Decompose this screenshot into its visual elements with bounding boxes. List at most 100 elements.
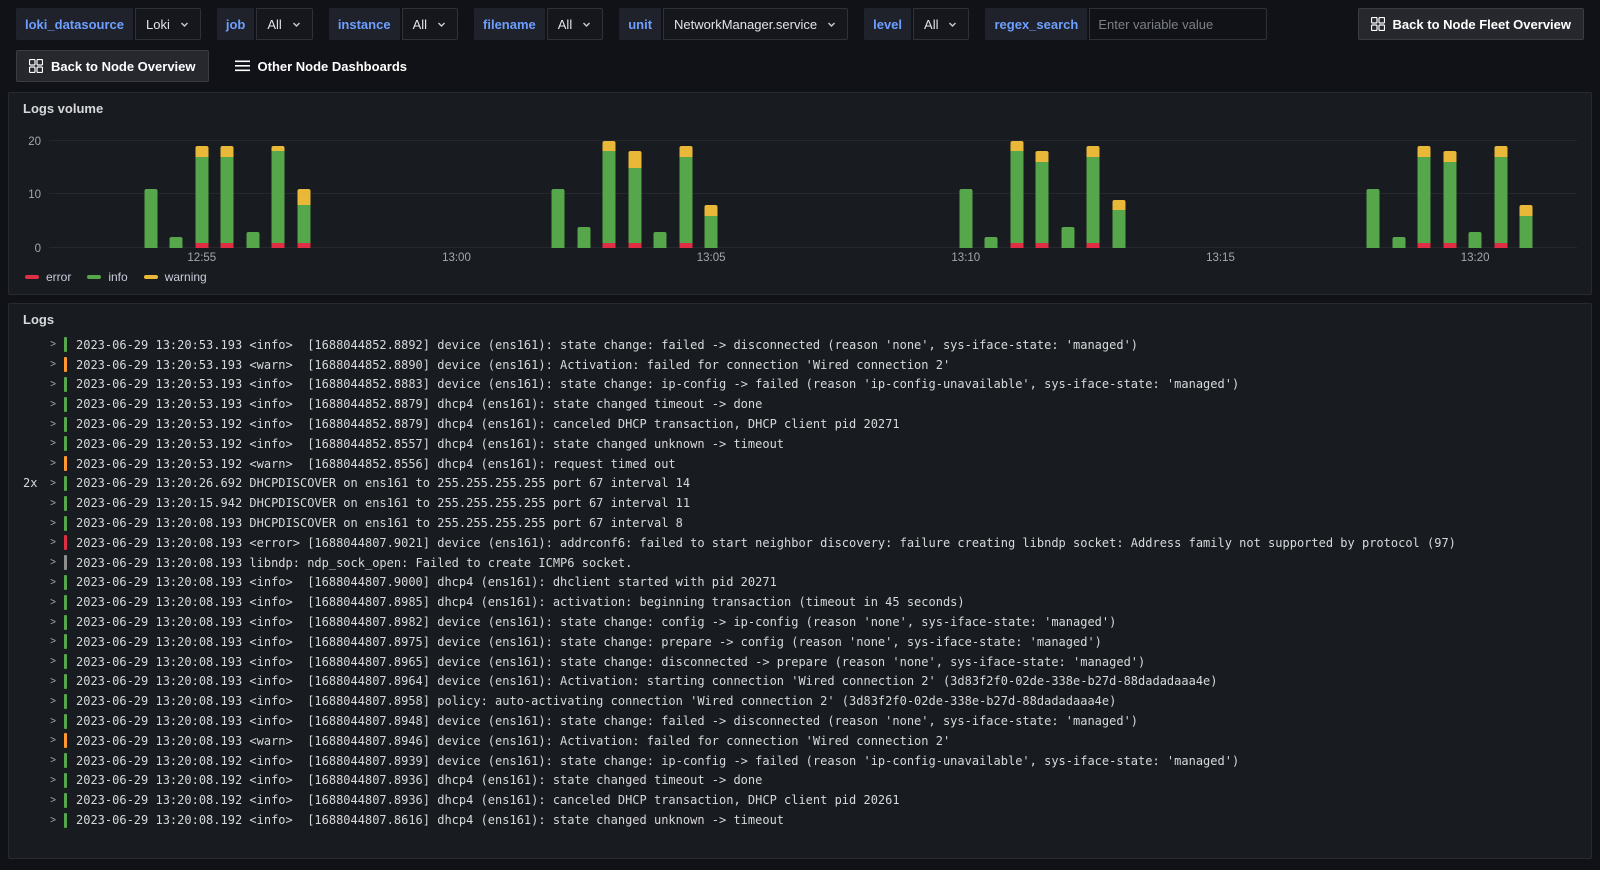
log-row[interactable]: > 2023-06-29 13:20:15.942 DHCPDISCOVER o… — [17, 493, 1583, 513]
log-row[interactable]: > 2023-06-29 13:20:08.193 <info> [168804… — [17, 672, 1583, 692]
other-node-dashboards-link[interactable]: Other Node Dashboards — [234, 59, 407, 74]
log-row[interactable]: > 2023-06-29 13:20:53.193 <info> [168804… — [17, 335, 1583, 355]
log-line-text: 2023-06-29 13:20:15.942 DHCPDISCOVER on … — [76, 496, 691, 511]
log-row[interactable]: > 2023-06-29 13:20:08.193 <info> [168804… — [17, 632, 1583, 652]
log-row[interactable]: > 2023-06-29 13:20:08.193 libndp: ndp_so… — [17, 553, 1583, 573]
bar-segment-info — [1443, 162, 1457, 243]
log-row[interactable]: > 2023-06-29 13:20:53.193 <warn> [168804… — [17, 355, 1583, 375]
variable-label: filename — [474, 8, 545, 40]
variable-dropdown[interactable]: All — [256, 8, 313, 40]
log-row[interactable]: > 2023-06-29 13:20:08.193 <info> [168804… — [17, 691, 1583, 711]
expand-chevron-icon[interactable]: > — [47, 339, 59, 350]
log-level-bar — [64, 357, 67, 373]
variable-dropdown[interactable]: All — [913, 8, 970, 40]
expand-chevron-icon[interactable]: > — [47, 755, 59, 766]
log-row[interactable]: > 2023-06-29 13:20:53.193 <info> [168804… — [17, 375, 1583, 395]
legend-item[interactable]: warning — [143, 270, 207, 284]
bar-segment-info — [704, 215, 718, 248]
variable-dropdown[interactable]: All — [401, 8, 459, 40]
log-row[interactable]: > 2023-06-29 13:20:08.193 <info> [168804… — [17, 592, 1583, 612]
bar-segment-info — [195, 156, 209, 243]
log-row[interactable]: > 2023-06-29 13:20:08.193 <info> [168804… — [17, 573, 1583, 593]
log-level-bar — [64, 693, 67, 709]
expand-chevron-icon[interactable]: > — [47, 359, 59, 370]
legend-item[interactable]: info — [87, 270, 128, 284]
variable-dropdown[interactable]: NetworkManager.service — [663, 8, 849, 40]
log-row[interactable]: > 2023-06-29 13:20:53.193 <info> [168804… — [17, 394, 1583, 414]
variable-dropdown[interactable]: Loki — [135, 8, 201, 40]
bar-segment-info — [628, 167, 642, 243]
expand-chevron-icon[interactable]: > — [47, 716, 59, 727]
bar-segment-info — [551, 189, 565, 248]
regex-search-control: regex_search — [985, 8, 1268, 40]
expand-chevron-icon[interactable]: > — [47, 498, 59, 509]
bar-segment-warning — [1494, 146, 1508, 157]
bar-stack — [1366, 189, 1380, 248]
bar-segment-info — [1112, 210, 1126, 248]
variable-control: filename All — [474, 8, 604, 40]
log-row[interactable]: > 2023-06-29 13:20:08.193 <info> [168804… — [17, 711, 1583, 731]
expand-chevron-icon[interactable]: > — [47, 537, 59, 548]
regex-search-input[interactable] — [1089, 8, 1268, 40]
log-row[interactable]: > 2023-06-29 13:20:08.193 <warn> [168804… — [17, 731, 1583, 751]
expand-chevron-icon[interactable]: > — [47, 438, 59, 449]
log-row[interactable]: > 2023-06-29 13:20:53.192 <info> [168804… — [17, 414, 1583, 434]
chevron-down-icon — [947, 19, 958, 30]
bar-stack — [1010, 140, 1024, 248]
expand-chevron-icon[interactable]: > — [47, 815, 59, 826]
variable-label: job — [216, 8, 255, 40]
legend-label: error — [46, 270, 72, 284]
variable-dropdown[interactable]: All — [546, 8, 604, 40]
log-level-bar — [64, 376, 67, 392]
expand-chevron-icon[interactable]: > — [47, 775, 59, 786]
log-line-text: 2023-06-29 13:20:26.692 DHCPDISCOVER on … — [76, 476, 691, 491]
log-row[interactable]: > 2023-06-29 13:20:08.192 <info> [168804… — [17, 751, 1583, 771]
expand-chevron-icon[interactable]: > — [47, 597, 59, 608]
expand-chevron-icon[interactable]: > — [47, 656, 59, 667]
expand-chevron-icon[interactable]: > — [47, 676, 59, 687]
log-row[interactable]: > 2023-06-29 13:20:08.192 <info> [168804… — [17, 810, 1583, 830]
logs-volume-panel-title[interactable]: Logs volume — [9, 93, 115, 118]
logs-panel-title[interactable]: Logs — [9, 304, 66, 329]
back-to-node-fleet-overview-button[interactable]: Back to Node Fleet Overview — [1357, 8, 1584, 40]
bar-segment-warning — [679, 146, 693, 157]
expand-chevron-icon[interactable]: > — [47, 636, 59, 647]
log-row[interactable]: > 2023-06-29 13:20:08.193 DHCPDISCOVER o… — [17, 513, 1583, 533]
legend-item[interactable]: error — [25, 270, 71, 284]
expand-chevron-icon[interactable]: > — [47, 478, 59, 489]
back-to-node-overview-button[interactable]: Back to Node Overview — [16, 50, 209, 82]
expand-chevron-icon[interactable]: > — [47, 458, 59, 469]
expand-chevron-icon[interactable]: > — [47, 696, 59, 707]
expand-chevron-icon[interactable]: > — [47, 399, 59, 410]
expand-chevron-icon[interactable]: > — [47, 617, 59, 628]
log-line-text: 2023-06-29 13:20:53.192 <info> [16880448… — [76, 417, 900, 432]
bar-stack — [1035, 151, 1049, 248]
gridline — [49, 139, 1577, 141]
log-row[interactable]: 2x > 2023-06-29 13:20:26.692 DHCPDISCOVE… — [17, 474, 1583, 494]
x-tick-label: 13:15 — [1206, 252, 1235, 264]
log-line-text: 2023-06-29 13:20:08.193 DHCPDISCOVER on … — [76, 516, 683, 531]
expand-chevron-icon[interactable]: > — [47, 557, 59, 568]
bar-segment-info — [1417, 156, 1431, 243]
expand-chevron-icon[interactable]: > — [47, 735, 59, 746]
expand-chevron-icon[interactable]: > — [47, 795, 59, 806]
bar-stack — [220, 146, 234, 248]
variable-label: unit — [619, 8, 662, 40]
log-row[interactable]: > 2023-06-29 13:20:08.193 <error> [16880… — [17, 533, 1583, 553]
log-line-text: 2023-06-29 13:20:08.193 libndp: ndp_sock… — [76, 555, 633, 570]
log-row[interactable]: > 2023-06-29 13:20:08.193 <info> [168804… — [17, 652, 1583, 672]
log-row[interactable]: > 2023-06-29 13:20:08.192 <info> [168804… — [17, 771, 1583, 791]
expand-chevron-icon[interactable]: > — [47, 419, 59, 430]
expand-chevron-icon[interactable]: > — [47, 577, 59, 588]
expand-chevron-icon[interactable]: > — [47, 518, 59, 529]
log-level-bar — [64, 634, 67, 650]
bar-stack — [1112, 199, 1126, 248]
log-row[interactable]: > 2023-06-29 13:20:53.192 <warn> [168804… — [17, 454, 1583, 474]
log-level-bar — [64, 713, 67, 729]
expand-chevron-icon[interactable]: > — [47, 379, 59, 390]
log-row[interactable]: > 2023-06-29 13:20:53.192 <info> [168804… — [17, 434, 1583, 454]
log-line-text: 2023-06-29 13:20:08.192 <info> [16880448… — [76, 813, 785, 828]
log-row[interactable]: > 2023-06-29 13:20:08.193 <info> [168804… — [17, 612, 1583, 632]
log-level-bar — [64, 515, 67, 531]
log-row[interactable]: > 2023-06-29 13:20:08.192 <info> [168804… — [17, 790, 1583, 810]
